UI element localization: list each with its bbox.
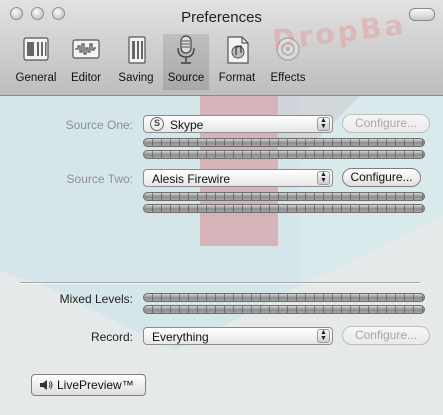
source-two-popup[interactable]: Alesis Firewire ▲ ▼ [143, 169, 333, 187]
toolbar-general-button[interactable]: General [14, 34, 58, 90]
speaker-icon [40, 380, 53, 390]
general-icon [23, 37, 49, 61]
source-one-level-meter-right [143, 150, 425, 159]
section-divider [20, 282, 420, 284]
source-one-level-meter-left [143, 138, 425, 147]
effects-icon [276, 37, 300, 61]
toolbar-toggle-button[interactable] [409, 8, 435, 21]
source-one-value: Skype [170, 118, 204, 132]
record-popup[interactable]: Everything ▲ ▼ [143, 327, 333, 345]
microphone-icon [177, 35, 195, 64]
toolbar-editor-label: Editor [70, 72, 102, 84]
source-one-configure-button[interactable]: Configure... [342, 114, 430, 133]
preferences-window: Preferences DropBa General Editor Saving… [0, 0, 443, 415]
record-configure-button[interactable]: Configure... [342, 326, 430, 345]
live-preview-label: LivePreview™ [57, 378, 134, 392]
toolbar-saving-label: Saving [118, 72, 154, 84]
record-value: Everything [152, 330, 209, 344]
source-two-value: Alesis Firewire [152, 172, 231, 186]
popup-arrows-icon: ▲ ▼ [317, 117, 330, 131]
skype-icon: S [150, 117, 164, 131]
source-two-label: Source Two: [66, 172, 133, 186]
mixed-level-meter-left [143, 293, 425, 302]
editor-icon [72, 39, 100, 59]
live-preview-button[interactable]: LivePreview™ [31, 374, 146, 396]
mixed-levels-label: Mixed Levels: [59, 292, 133, 306]
title-toolbar-bar: Preferences DropBa General Editor Saving… [0, 0, 443, 96]
toolbar-source-button[interactable]: Source [163, 34, 209, 90]
toolbar-source-label: Source [167, 72, 205, 84]
source-two-configure-button[interactable]: Configure... [342, 168, 421, 187]
source-one-label: Source One: [65, 118, 133, 132]
toolbar-format-label: Format [218, 72, 256, 84]
saving-icon [128, 36, 146, 64]
source-two-level-meter-left [143, 192, 425, 201]
toolbar-effects-button[interactable]: Effects [265, 34, 311, 90]
popup-arrows-icon: ▲ ▼ [317, 171, 330, 185]
toolbar-editor-button[interactable]: Editor [66, 34, 106, 90]
toolbar-effects-label: Effects [270, 72, 306, 84]
record-label: Record: [90, 330, 133, 344]
popup-arrows-icon: ▲ ▼ [317, 329, 330, 343]
toolbar-general-label: General [15, 72, 57, 84]
source-one-popup[interactable]: S Skype ▲ ▼ [143, 115, 333, 133]
mixed-level-meter-right [143, 305, 425, 314]
source-pane: Source One: S Skype ▲ ▼ Configure... Sour… [0, 96, 443, 415]
format-icon [227, 36, 249, 64]
toolbar-format-button[interactable]: Format [214, 34, 260, 90]
toolbar-saving-button[interactable]: Saving [115, 34, 157, 90]
source-two-level-meter-right [143, 204, 425, 213]
